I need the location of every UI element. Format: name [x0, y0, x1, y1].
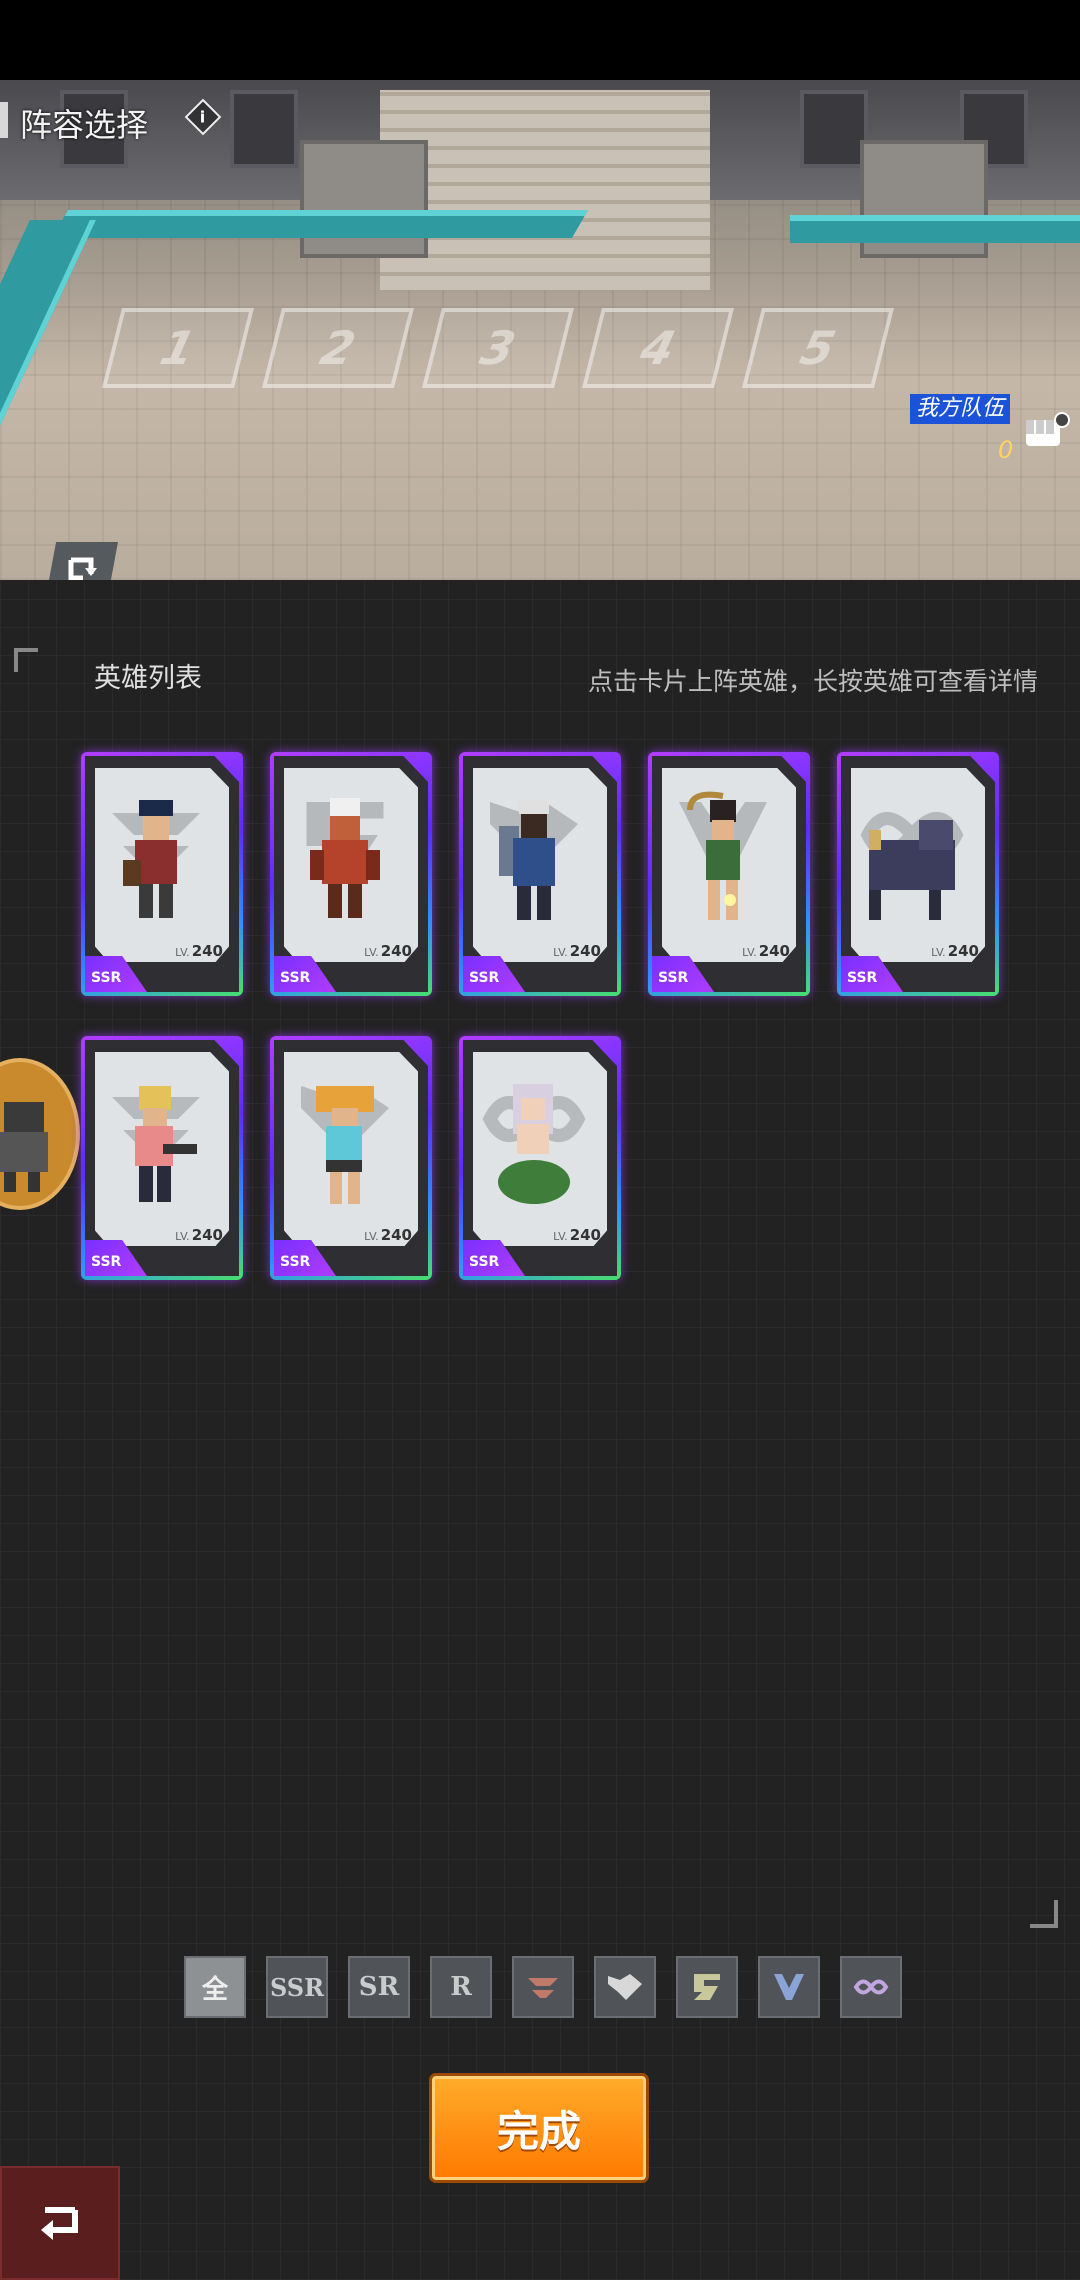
- level-value: 240: [380, 1226, 412, 1244]
- level-prefix: LV.: [931, 946, 946, 959]
- formation-slot-2[interactable]: 2: [262, 308, 414, 388]
- filter-r-button[interactable]: R: [430, 1956, 492, 2018]
- infinity-faction-icon: [853, 1979, 889, 1995]
- team-label: 我方队伍: [910, 394, 1011, 424]
- filter-infinity-faction-button[interactable]: [840, 1956, 902, 2018]
- level-value: 240: [569, 942, 601, 960]
- hero-level: LV. 240: [553, 942, 601, 960]
- hero-list-hint: 点击卡片上阵英雄，长按英雄可查看详情: [587, 667, 1038, 696]
- level-prefix: LV.: [364, 946, 379, 959]
- card-frame: LV. 240 SSR: [274, 756, 428, 992]
- stairs: [380, 90, 710, 290]
- card-frame: LV. 240 SSR: [841, 756, 995, 992]
- corner-decoration: [14, 648, 38, 672]
- hero-portrait-icon: [135, 1086, 197, 1202]
- claw-faction-icon: [774, 1974, 804, 2000]
- hero-portrait-icon: [869, 820, 955, 920]
- rarity-filter-bar: 全 SSR SR R: [184, 1956, 902, 2018]
- hero-card[interactable]: LV. 240 SSR: [837, 752, 999, 996]
- done-button[interactable]: 完成: [432, 2076, 646, 2180]
- fist-icon[interactable]: [1022, 410, 1072, 456]
- hero-card[interactable]: LV. 240 SSR: [270, 752, 432, 996]
- filter-ssr-button[interactable]: SSR: [266, 1956, 328, 2018]
- rarity-text: SSR: [847, 970, 878, 986]
- wall-window: [800, 90, 868, 168]
- wall-window: [230, 90, 298, 168]
- rarity-text: SSR: [658, 970, 689, 986]
- corner-decoration: [1030, 1900, 1058, 1928]
- formation-slot-5[interactable]: 5: [742, 308, 894, 388]
- formation-title-text: 阵容选择: [20, 106, 149, 144]
- filter-wolf-faction-button[interactable]: [594, 1956, 656, 2018]
- rarity-text: SSR: [280, 970, 311, 986]
- hero-portrait-icon: [499, 800, 555, 920]
- hero-portrait-icon: [123, 800, 177, 918]
- filter-claw-faction-button[interactable]: [758, 1956, 820, 2018]
- level-prefix: LV.: [553, 1230, 568, 1243]
- info-glyph: i: [200, 107, 206, 127]
- filter-all-button[interactable]: 全: [184, 1956, 246, 2018]
- rarity-text: SSR: [469, 970, 500, 986]
- dragon-faction-icon: [694, 1974, 720, 2000]
- formation-title: 阵容选择: [0, 100, 149, 146]
- filter-wing-faction-button[interactable]: [512, 1956, 574, 2018]
- formation-slot-4[interactable]: 4: [582, 308, 734, 388]
- card-frame: LV. 240 SSR: [652, 756, 806, 992]
- filter-dragon-faction-button[interactable]: [676, 1956, 738, 2018]
- level-value: 240: [191, 942, 223, 960]
- hero-portrait-icon: [498, 1084, 570, 1204]
- formation-slot-1[interactable]: 1: [102, 308, 254, 388]
- formation-slot-3[interactable]: 3: [422, 308, 574, 388]
- hero-level: LV. 240: [175, 942, 223, 960]
- level-value: 240: [947, 942, 979, 960]
- hero-level: LV. 240: [364, 942, 412, 960]
- card-frame: LV. 240 SSR: [463, 1040, 617, 1276]
- hero-portrait-icon: [316, 1086, 374, 1204]
- hero-card[interactable]: LV. 240 SSR: [648, 752, 810, 996]
- hero-portrait-icon: [310, 798, 380, 918]
- avatar-figure-icon: [0, 1102, 48, 1192]
- hero-portrait-icon: [687, 791, 740, 920]
- card-frame: LV. 240 SSR: [85, 1040, 239, 1276]
- level-value: 240: [380, 942, 412, 960]
- team-count: 0: [998, 436, 1014, 464]
- pillar: [300, 140, 428, 258]
- rarity-text: SSR: [91, 970, 122, 986]
- rarity-text: SSR: [469, 1254, 500, 1270]
- hero-list-title: 英雄列表: [94, 663, 202, 694]
- hero-level: LV. 240: [931, 942, 979, 960]
- card-frame: LV. 240 SSR: [463, 756, 617, 992]
- level-value: 240: [569, 1226, 601, 1244]
- level-prefix: LV.: [175, 1230, 190, 1243]
- card-frame: LV. 240 SSR: [274, 1040, 428, 1276]
- level-prefix: LV.: [553, 946, 568, 959]
- teal-ledge: [0, 220, 96, 520]
- level-value: 240: [758, 942, 790, 960]
- wing-faction-icon: [528, 1978, 558, 1998]
- title-bar-decoration: [0, 102, 8, 138]
- hero-level: LV. 240: [742, 942, 790, 960]
- teal-ledge: [790, 215, 1080, 243]
- hero-level: LV. 240: [175, 1226, 223, 1244]
- hero-card[interactable]: LV. 240 SSR: [81, 1036, 243, 1280]
- level-value: 240: [191, 1226, 223, 1244]
- rarity-text: SSR: [91, 1254, 122, 1270]
- card-frame: LV. 240 SSR: [85, 756, 239, 992]
- level-prefix: LV.: [175, 946, 190, 959]
- back-button[interactable]: [0, 2166, 120, 2280]
- level-prefix: LV.: [364, 1230, 379, 1243]
- hero-card[interactable]: LV. 240 SSR: [270, 1036, 432, 1280]
- teal-ledge: [51, 210, 589, 238]
- status-bar: [0, 0, 1080, 80]
- hero-card[interactable]: LV. 240 SSR: [459, 752, 621, 996]
- hero-card[interactable]: LV. 240 SSR: [459, 1036, 621, 1280]
- hero-card[interactable]: LV. 240 SSR: [81, 752, 243, 996]
- level-prefix: LV.: [742, 946, 757, 959]
- rarity-text: SSR: [280, 1254, 311, 1270]
- hero-level: LV. 240: [364, 1226, 412, 1244]
- hero-level: LV. 240: [553, 1226, 601, 1244]
- return-arrow-icon: [41, 2207, 78, 2240]
- wolf-faction-icon: [608, 1974, 642, 2000]
- filter-sr-button[interactable]: SR: [348, 1956, 410, 2018]
